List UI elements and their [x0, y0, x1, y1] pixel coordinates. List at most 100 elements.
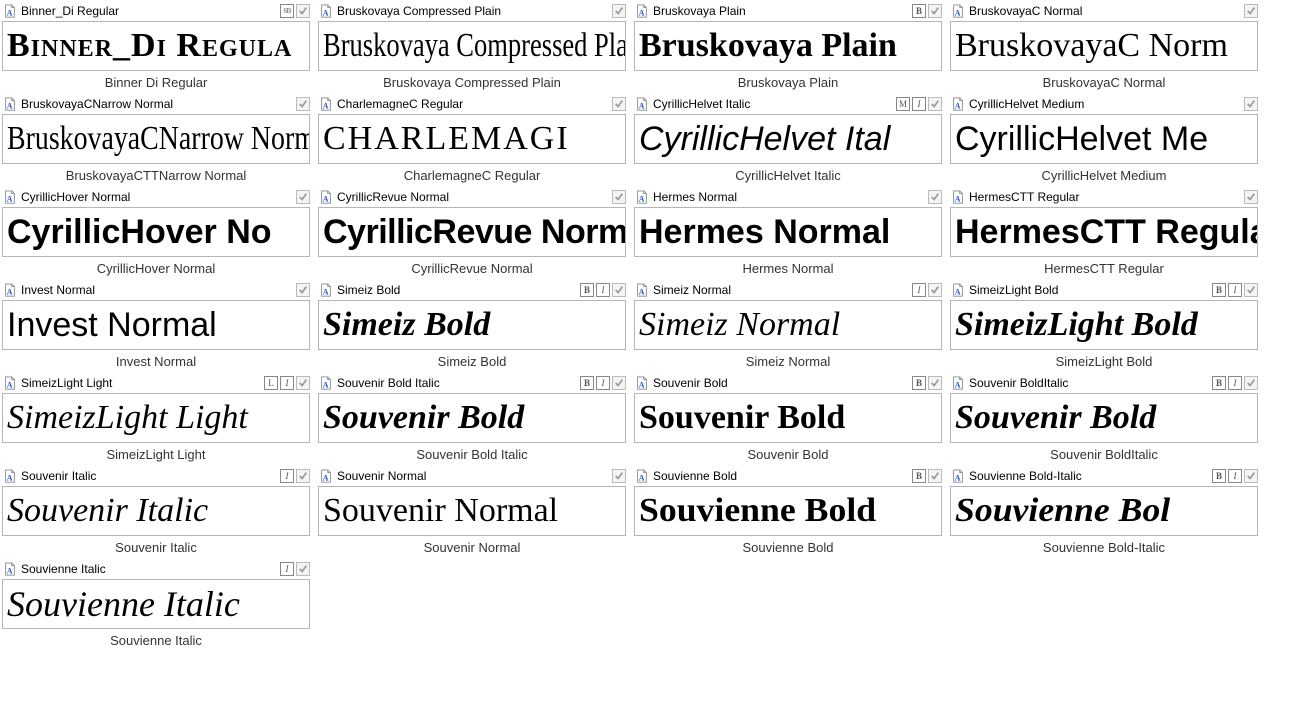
font-card[interactable]: ACyrillicHelvet MediumCyrillicHelvet MeC… [950, 95, 1258, 184]
checkmark-icon[interactable] [296, 469, 310, 483]
font-preview-text: BruskovayaC Norm [955, 29, 1228, 63]
font-card[interactable]: ASimeiz NormalISimeiz NormalSimeiz Norma… [634, 281, 942, 370]
font-preview-box[interactable]: Souvenir Bold [950, 393, 1258, 443]
checkmark-icon[interactable] [1244, 469, 1258, 483]
font-tags [1244, 190, 1258, 204]
font-preview-box[interactable]: Bruskovaya Compressed Pla [318, 21, 626, 71]
font-preview-box[interactable]: CyrillicRevue Norm [318, 207, 626, 257]
checkmark-icon[interactable] [296, 376, 310, 390]
font-preview-box[interactable]: Souvenir Italic [2, 486, 310, 536]
font-caption: CyrillicHelvet Medium [950, 168, 1258, 184]
font-card[interactable]: AHermesCTT RegularHermesCTT RegularHerme… [950, 188, 1258, 277]
font-preview-text: CyrillicRevue Norm [323, 215, 626, 249]
checkmark-icon[interactable] [612, 190, 626, 204]
svg-text:A: A [7, 101, 13, 110]
checkmark-icon[interactable] [296, 562, 310, 576]
font-card[interactable]: ABinner_Di RegularSB Binner_Di Regula Binn… [2, 2, 310, 91]
font-caption: Binner Di Regular [2, 75, 310, 91]
font-preview-box[interactable]: CyrillicHover No [2, 207, 310, 257]
font-preview-box[interactable]: Bruskovaya Plain [634, 21, 942, 71]
font-preview-box[interactable]: Binner_Di Regula [2, 21, 310, 71]
font-preview-text: CyrillicHelvet Ital [639, 122, 890, 156]
font-card[interactable]: ACyrillicHelvet ItalicMICyrillicHelvet I… [634, 95, 942, 184]
checkmark-icon[interactable] [1244, 190, 1258, 204]
font-card[interactable]: ASouvenir Bold ItalicBISouvenir BoldSouv… [318, 374, 626, 463]
font-card[interactable]: ASimeizLight BoldBISimeizLight BoldSimei… [950, 281, 1258, 370]
font-card[interactable]: ABruskovaya PlainBBruskovaya PlainBrusko… [634, 2, 942, 91]
font-caption: CyrillicRevue Normal [318, 261, 626, 277]
font-preview-box[interactable]: Simeiz Normal [634, 300, 942, 350]
font-preview-box[interactable]: Hermes Normal [634, 207, 942, 257]
font-card[interactable]: ACyrillicRevue NormalCyrillicRevue NormC… [318, 188, 626, 277]
font-grid: ABinner_Di RegularSB Binner_Di Regula Binn… [0, 0, 1299, 651]
checkmark-icon[interactable] [1244, 376, 1258, 390]
font-card[interactable]: ACyrillicHover NormalCyrillicHover NoCyr… [2, 188, 310, 277]
font-file-icon: A [634, 189, 650, 205]
checkmark-icon[interactable] [296, 4, 310, 18]
font-preview-box[interactable]: Invest Normal [2, 300, 310, 350]
font-card[interactable]: ASouvienne Bold-ItalicBISouvienne BolSou… [950, 467, 1258, 556]
font-preview-box[interactable]: BruskovayaC Norm [950, 21, 1258, 71]
font-preview-box[interactable]: Simeiz Bold [318, 300, 626, 350]
checkmark-icon[interactable] [296, 190, 310, 204]
font-preview-box[interactable]: CyrillicHelvet Ital [634, 114, 942, 164]
font-preview-box[interactable]: CHARLEMAGI [318, 114, 626, 164]
font-preview-box[interactable]: HermesCTT Regular [950, 207, 1258, 257]
font-card[interactable]: ASouvenir ItalicISouvenir ItalicSouvenir… [2, 467, 310, 556]
font-preview-box[interactable]: SimeizLight Bold [950, 300, 1258, 350]
checkmark-icon[interactable] [928, 469, 942, 483]
style-tag: SB [280, 4, 294, 18]
checkmark-icon[interactable] [296, 97, 310, 111]
font-card-header: ABinner_Di RegularSB [2, 2, 310, 20]
style-tag: I [1228, 376, 1242, 390]
font-card[interactable]: ABruskovayaCNarrow NormalBruskovayaCNarr… [2, 95, 310, 184]
font-preview-box[interactable]: Souvienne Italic [2, 579, 310, 629]
style-tag: B [912, 4, 926, 18]
checkmark-icon[interactable] [928, 376, 942, 390]
font-preview-box[interactable]: Souvienne Bol [950, 486, 1258, 536]
font-preview-box[interactable]: Souvienne Bold [634, 486, 942, 536]
font-card[interactable]: ACharlemagneC RegularCHARLEMAGICharlemag… [318, 95, 626, 184]
checkmark-icon[interactable] [612, 376, 626, 390]
font-preview-text: CyrillicHover No [7, 215, 272, 249]
checkmark-icon[interactable] [1244, 97, 1258, 111]
checkmark-icon[interactable] [612, 283, 626, 297]
font-card[interactable]: ASouvienne ItalicISouvienne ItalicSouvie… [2, 560, 310, 649]
checkmark-icon[interactable] [928, 4, 942, 18]
checkmark-icon[interactable] [296, 283, 310, 297]
font-preview-text: Bruskovaya Plain [639, 29, 897, 63]
font-card[interactable]: ASouvenir BoldItalicBISouvenir BoldSouve… [950, 374, 1258, 463]
checkmark-icon[interactable] [612, 469, 626, 483]
font-preview-box[interactable]: SimeizLight Light [2, 393, 310, 443]
font-preview-box[interactable]: Souvenir Bold [318, 393, 626, 443]
font-preview-box[interactable]: Souvenir Bold [634, 393, 942, 443]
style-tag: M [896, 97, 910, 111]
font-card[interactable]: ASouvenir NormalSouvenir NormalSouvenir … [318, 467, 626, 556]
checkmark-icon[interactable] [1244, 283, 1258, 297]
checkmark-icon[interactable] [612, 4, 626, 18]
font-preview-box[interactable]: Souvenir Normal [318, 486, 626, 536]
font-card-header: ABruskovaya Compressed Plain [318, 2, 626, 20]
font-preview-box[interactable]: BruskovayaCNarrow Norma [2, 114, 310, 164]
font-tags: BI [1212, 283, 1258, 297]
font-card[interactable]: ABruskovaya Compressed PlainBruskovaya C… [318, 2, 626, 91]
font-card[interactable]: AInvest NormalInvest NormalInvest Normal [2, 281, 310, 370]
font-card[interactable]: ASouvenir BoldBSouvenir BoldSouvenir Bol… [634, 374, 942, 463]
font-file-icon: A [634, 96, 650, 112]
checkmark-icon[interactable] [1244, 4, 1258, 18]
checkmark-icon[interactable] [928, 190, 942, 204]
svg-text:A: A [7, 287, 13, 296]
checkmark-icon[interactable] [928, 97, 942, 111]
font-preview-text: HermesCTT Regular [955, 215, 1258, 249]
font-card[interactable]: ASimeiz BoldBISimeiz BoldSimeiz Bold [318, 281, 626, 370]
font-card[interactable]: ASouvienne BoldBSouvienne BoldSouvienne … [634, 467, 942, 556]
checkmark-icon[interactable] [928, 283, 942, 297]
font-card[interactable]: ASimeizLight LightLISimeizLight LightSim… [2, 374, 310, 463]
font-card[interactable]: ABruskovayaC NormalBruskovayaC NormBrusk… [950, 2, 1258, 91]
font-card[interactable]: AHermes NormalHermes NormalHermes Normal [634, 188, 942, 277]
svg-text:A: A [639, 380, 645, 389]
font-preview-text: Binner_Di Regula [7, 29, 292, 63]
checkmark-icon[interactable] [612, 97, 626, 111]
svg-text:A: A [7, 473, 13, 482]
font-preview-box[interactable]: CyrillicHelvet Me [950, 114, 1258, 164]
